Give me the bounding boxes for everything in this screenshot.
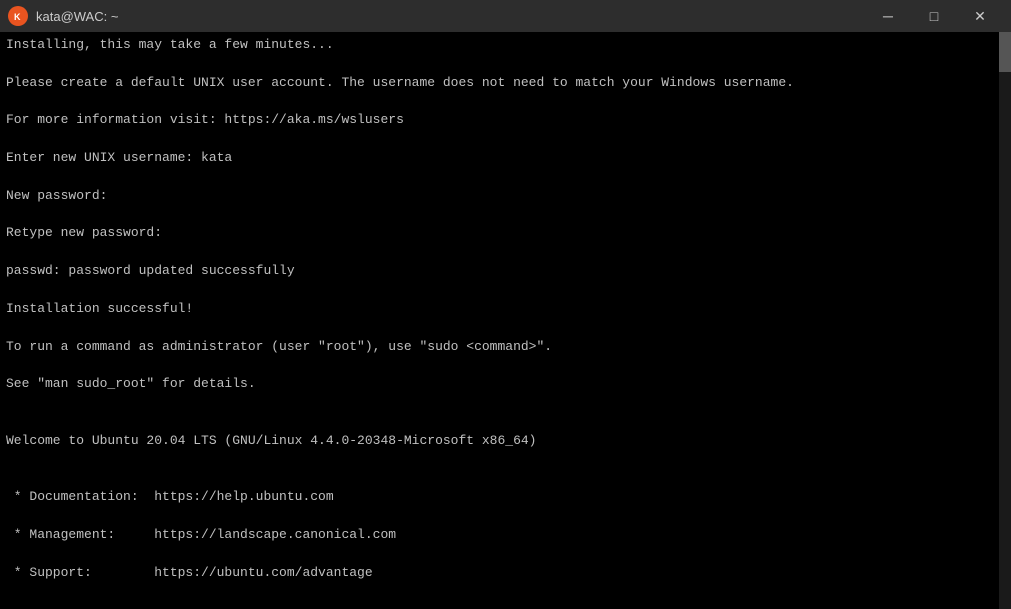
scrollbar[interactable] <box>999 32 1011 609</box>
svg-text:K: K <box>14 12 21 22</box>
terminal-body[interactable]: Installing, this may take a few minutes.… <box>0 32 1011 609</box>
terminal-content: Installing, this may take a few minutes.… <box>6 36 1005 609</box>
scrollbar-thumb[interactable] <box>999 32 1011 72</box>
minimize-button[interactable]: ─ <box>865 0 911 32</box>
window-controls: ─ □ ✕ <box>865 0 1003 32</box>
titlebar: K kata@WAC: ~ ─ □ ✕ <box>0 0 1011 32</box>
maximize-button[interactable]: □ <box>911 0 957 32</box>
terminal-window: K kata@WAC: ~ ─ □ ✕ Installing, this may… <box>0 0 1011 609</box>
titlebar-left: K kata@WAC: ~ <box>8 6 118 26</box>
window-title: kata@WAC: ~ <box>36 9 118 24</box>
app-icon: K <box>8 6 28 26</box>
close-button[interactable]: ✕ <box>957 0 1003 32</box>
